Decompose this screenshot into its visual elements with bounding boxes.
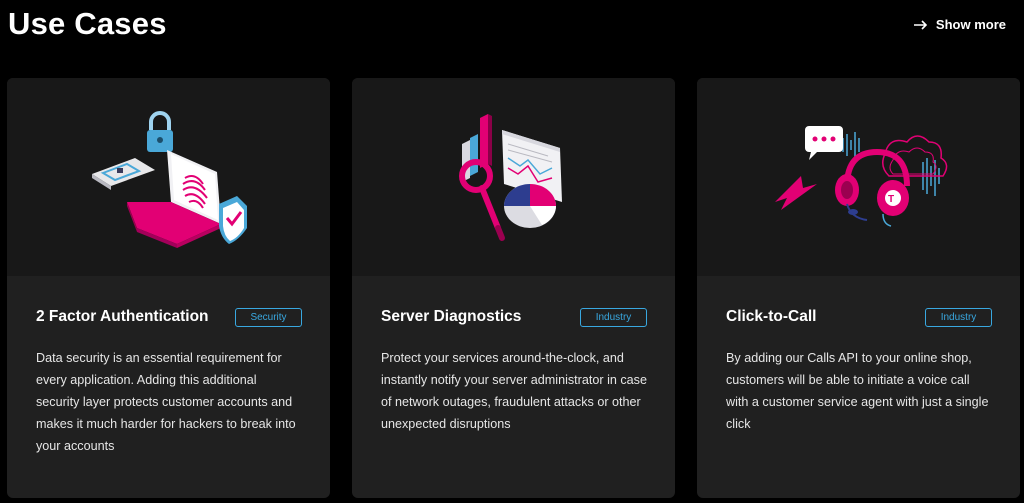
card-title: 2 Factor Authentication bbox=[36, 308, 209, 325]
card-description: By adding our Calls API to your online s… bbox=[726, 351, 989, 431]
laptop-fingerprint-lock-shield-icon bbox=[7, 78, 330, 276]
category-tag: Industry bbox=[580, 307, 647, 327]
category-tag: Industry bbox=[925, 307, 992, 327]
magnifier-chart-diagnostics-icon bbox=[352, 78, 675, 276]
card-title: Click-to-Call bbox=[726, 308, 817, 325]
card-description: Protect your services around-the-clock, … bbox=[381, 351, 647, 431]
page-title: Use Cases bbox=[8, 6, 167, 41]
category-tag: Security bbox=[235, 307, 302, 327]
svg-text:T: T bbox=[888, 194, 894, 205]
use-case-card-click-to-call[interactable]: T Click-to-Call Industry By adding our C… bbox=[697, 78, 1020, 498]
use-case-card-2fa[interactable]: 2 Factor Authentication Security Data se… bbox=[7, 78, 330, 498]
headset-chat-cursor-icon: T bbox=[697, 78, 1020, 276]
arrow-right-icon bbox=[913, 19, 928, 30]
show-more-link[interactable]: Show more bbox=[913, 17, 1006, 32]
use-case-card-server-diagnostics[interactable]: Server Diagnostics Industry Protect your… bbox=[352, 78, 675, 498]
card-description: Data security is an essential requiremen… bbox=[36, 351, 296, 453]
use-case-cards: 2 Factor Authentication Security Data se… bbox=[7, 78, 1020, 498]
card-title: Server Diagnostics bbox=[381, 308, 522, 325]
show-more-label: Show more bbox=[935, 17, 1006, 32]
